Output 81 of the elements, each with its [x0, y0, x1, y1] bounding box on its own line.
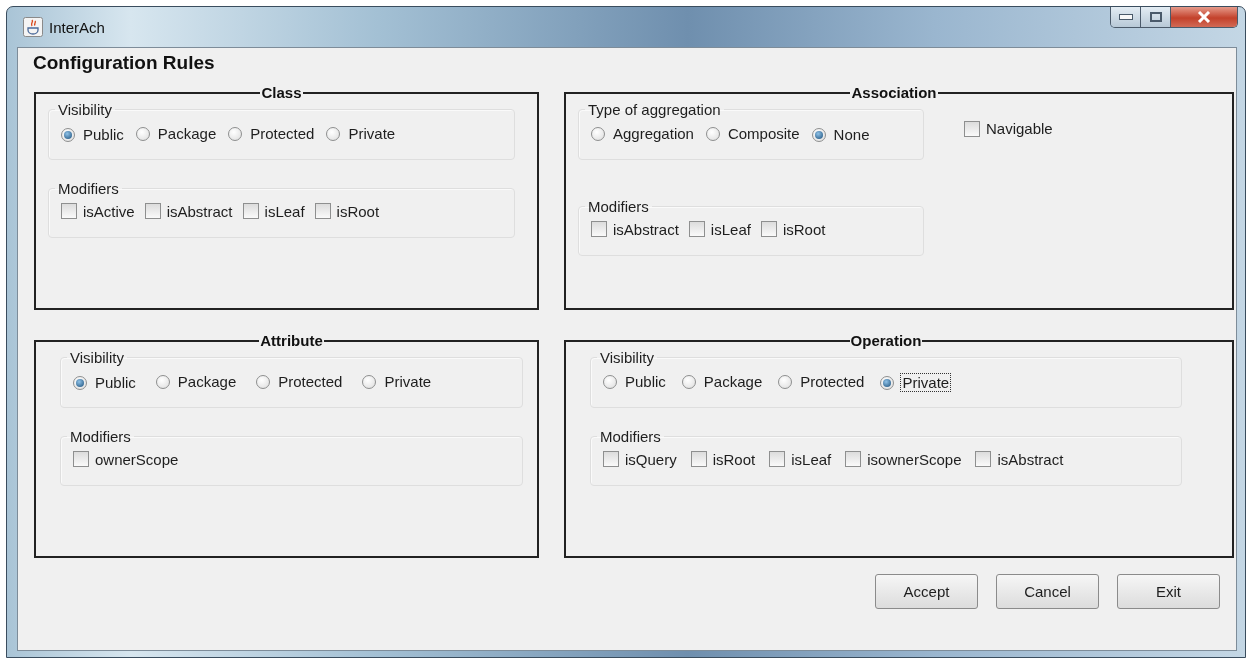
checkbox-square[interactable]: [688, 221, 705, 237]
radio-button[interactable]: Private: [326, 124, 398, 143]
radio-button[interactable]: Public: [603, 372, 668, 391]
radio-circle[interactable]: [591, 126, 605, 141]
checkbox[interactable]: isRoot: [760, 220, 826, 238]
radio-button[interactable]: Package: [681, 372, 765, 391]
checkbox-square[interactable]: [845, 451, 862, 467]
panel-title: Class: [260, 84, 303, 101]
radio-circle[interactable]: [603, 374, 617, 389]
radio-circle[interactable]: [256, 374, 271, 389]
panel-title: Association: [850, 84, 938, 101]
radio-button[interactable]: Composite: [705, 124, 802, 143]
radio-circle[interactable]: [362, 374, 377, 389]
checkbox[interactable]: isActive: [61, 202, 135, 220]
group-title: Visibility: [599, 349, 655, 366]
checkbox-square[interactable]: [314, 203, 331, 219]
panel-title: Operation: [849, 332, 923, 349]
checkbox-square[interactable]: [760, 221, 777, 237]
radio-button[interactable]: Private: [362, 372, 434, 391]
checkbox-square[interactable]: [603, 451, 619, 467]
radio-circle[interactable]: [778, 374, 793, 389]
checkbox-square[interactable]: [73, 451, 89, 467]
group-title: Modifiers: [587, 197, 650, 215]
checkbox[interactable]: ownerScope: [73, 450, 179, 468]
maximize-button[interactable]: [1141, 7, 1171, 27]
radio-button[interactable]: Protected: [256, 372, 345, 391]
checkbox-square[interactable]: [690, 451, 707, 467]
checkbox[interactable]: isRoot: [690, 450, 756, 468]
checkbox[interactable]: isAbstract: [591, 220, 679, 238]
checkbox[interactable]: isLeaf: [769, 450, 832, 468]
checkbox[interactable]: isLeaf: [242, 202, 305, 220]
group-title: Visibility: [69, 349, 125, 366]
panel-title: Attribute: [259, 332, 324, 349]
radio-button[interactable]: Package: [155, 372, 239, 391]
group-title: Modifiers: [57, 179, 120, 197]
checkbox-square[interactable]: [144, 203, 161, 219]
checkbox-square[interactable]: [61, 203, 77, 219]
close-button[interactable]: [1171, 7, 1237, 27]
window-title: InterAch: [49, 18, 106, 36]
checkbox[interactable]: Navigable: [964, 120, 1053, 137]
maximize-icon: [1149, 12, 1162, 22]
radio-circle[interactable]: [880, 375, 895, 390]
checkbox-square[interactable]: [242, 203, 259, 219]
dialog-button[interactable]: Cancel: [996, 574, 1099, 609]
checkbox-square[interactable]: [591, 221, 607, 237]
radio-circle[interactable]: [155, 374, 170, 389]
radio-button[interactable]: Protected: [778, 372, 867, 391]
dialog-button[interactable]: Exit: [1117, 574, 1220, 609]
radio-button[interactable]: Aggregation: [591, 124, 696, 143]
radio-button[interactable]: Public: [73, 373, 138, 392]
checkbox-square[interactable]: [769, 451, 786, 467]
checkbox[interactable]: isQuery: [603, 450, 677, 468]
radio-circle[interactable]: [326, 126, 341, 141]
group-title: Modifiers: [69, 427, 132, 445]
checkbox[interactable]: isRoot: [314, 202, 380, 220]
checkbox[interactable]: isAbstract: [144, 202, 233, 220]
radio-button[interactable]: None: [811, 125, 872, 144]
radio-circle[interactable]: [73, 375, 87, 390]
dialog-heading: Configuration Rules: [33, 52, 216, 74]
group-title: Modifiers: [599, 427, 662, 445]
radio-circle[interactable]: [61, 127, 75, 142]
radio-button[interactable]: Protected: [228, 124, 317, 143]
checkbox[interactable]: isownerScope: [845, 450, 962, 468]
radio-button[interactable]: Package: [135, 124, 219, 143]
radio-circle[interactable]: [228, 126, 243, 141]
close-icon: [1197, 11, 1211, 23]
radio-circle[interactable]: [811, 127, 826, 142]
checkbox-square[interactable]: [964, 120, 980, 137]
dialog-button[interactable]: Accept: [875, 574, 978, 609]
radio-button[interactable]: Public: [61, 125, 126, 144]
checkbox[interactable]: isAbstract: [975, 450, 1064, 468]
checkbox[interactable]: isLeaf: [688, 220, 751, 238]
checkbox-square[interactable]: [975, 451, 992, 467]
minimize-icon: [1118, 14, 1133, 20]
radio-circle[interactable]: [705, 126, 720, 141]
minimize-button[interactable]: [1111, 7, 1141, 27]
radio-circle[interactable]: [135, 126, 150, 141]
cup-icon: [23, 17, 43, 37]
group-title: Type of aggregation: [587, 101, 722, 118]
radio-circle[interactable]: [681, 374, 696, 389]
group-title: Visibility: [57, 101, 113, 118]
